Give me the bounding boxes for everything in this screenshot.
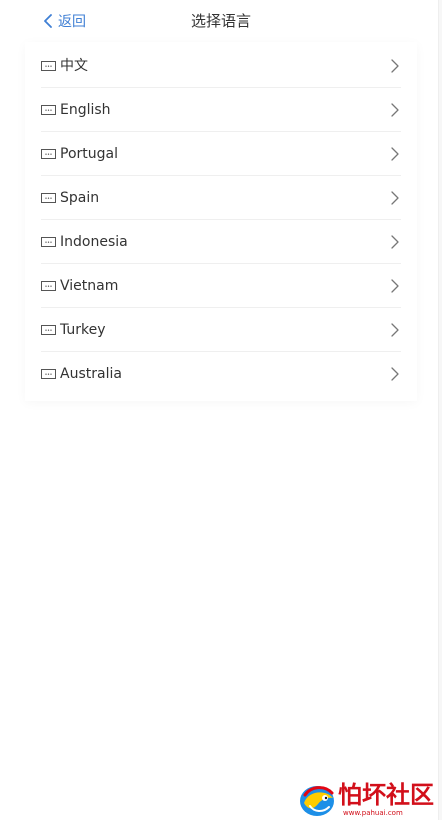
language-label: Spain: [60, 189, 100, 206]
chevron-right-icon: [391, 323, 399, 337]
chevron-right-icon: [391, 367, 399, 381]
keyboard-icon: [41, 60, 56, 71]
keyboard-icon: [41, 324, 56, 335]
top-navigation-bar: 返回 选择语言: [0, 0, 442, 42]
chevron-right-icon: [391, 235, 399, 249]
language-item-indonesia[interactable]: Indonesia: [41, 220, 401, 264]
chevron-right-icon: [391, 147, 399, 161]
watermark-url: www.pahuai.com: [343, 809, 403, 817]
language-label: 中文: [60, 57, 88, 74]
watermark: 怕坏社区 www.pahuai.com: [298, 781, 440, 819]
keyboard-icon: [41, 369, 56, 379]
language-list: 中文 English Portugal Spain Indonesia Viet…: [25, 42, 417, 401]
language-label: Vietnam: [60, 277, 119, 294]
keyboard-icon: [41, 236, 56, 247]
language-selection-page: 返回 选择语言 中文 English Portugal Spain Indone…: [0, 0, 442, 820]
language-label: English: [60, 101, 111, 118]
language-label: Indonesia: [60, 233, 128, 250]
language-label: Australia: [60, 366, 122, 382]
watermark-logo-icon: [300, 786, 334, 816]
keyboard-icon: [41, 192, 56, 203]
page-title: 选择语言: [190, 12, 251, 30]
language-item-english[interactable]: English: [41, 88, 401, 132]
chevron-right-icon: [391, 103, 399, 117]
keyboard-icon: [41, 148, 56, 159]
watermark-name: 怕坏社区: [338, 780, 434, 809]
chevron-right-icon: [391, 191, 399, 205]
language-item-portugal[interactable]: Portugal: [41, 132, 401, 176]
language-item-vietnam[interactable]: Vietnam: [41, 264, 401, 308]
keyboard-icon: [41, 280, 56, 291]
language-item-australia[interactable]: Australia: [41, 352, 401, 396]
language-item-spain[interactable]: Spain: [41, 176, 401, 220]
keyboard-icon: [41, 104, 56, 115]
language-item-chinese[interactable]: 中文: [41, 44, 401, 88]
language-item-turkey[interactable]: Turkey: [41, 308, 401, 352]
chevron-right-icon: [391, 59, 399, 73]
language-label: Portugal: [60, 145, 118, 162]
vertical-scrollbar[interactable]: [438, 0, 442, 820]
chevron-right-icon: [391, 279, 399, 293]
language-label: Turkey: [60, 321, 106, 338]
